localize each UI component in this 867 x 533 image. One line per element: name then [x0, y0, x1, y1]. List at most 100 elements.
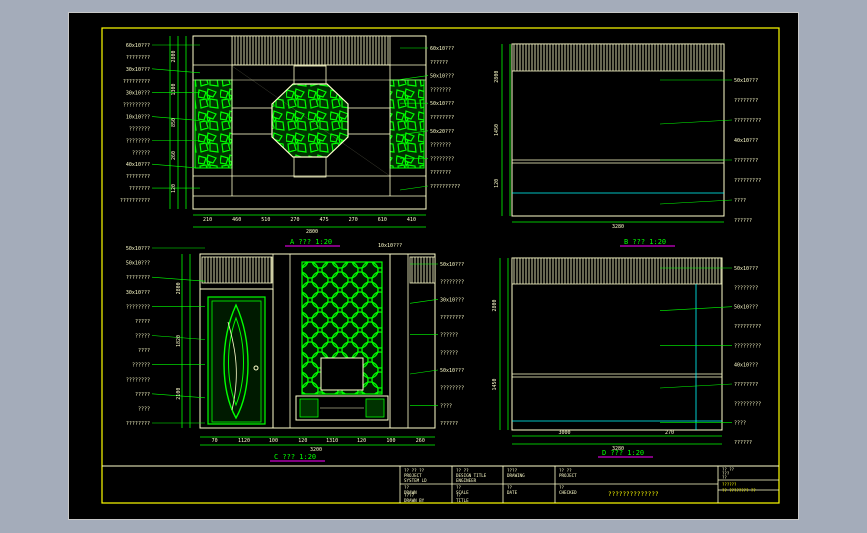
elevation-c-dim: 120: [357, 438, 366, 444]
elevation-b-tag: ????????: [734, 158, 758, 164]
elevation-b-height-dim: 2800: [494, 71, 500, 83]
elevation-b-tag-leader: [659, 199, 733, 205]
elevation-c-height-dim: 2800: [176, 282, 182, 294]
elevation-c-right-tag: ??????: [440, 421, 458, 427]
elevation-a-left-tag: ?????????: [123, 103, 150, 109]
elevation-b-tag: ????????: [734, 98, 758, 104]
elevation-a-right-tag: 50x10???: [430, 101, 454, 107]
elevation-a-dim: 475: [320, 217, 329, 223]
elevation-b-tag-leader: [659, 119, 733, 125]
elevation-a-left-tag: ????????: [126, 55, 150, 61]
elevation-d-height-dim: 1450: [492, 378, 498, 390]
elevation-c[interactable]: [181, 253, 436, 462]
elevation-a-left-tag: 10x10???: [126, 115, 150, 121]
elevation-a-right-tag: 50x10???: [430, 74, 454, 80]
elevation-a-left-tag: ???????: [129, 126, 150, 132]
elevation-a-left-tag: 60x10???: [126, 43, 150, 49]
elevation-a-right-tag: ????????: [430, 115, 454, 121]
elevation-a-height-dim: 120: [171, 184, 177, 193]
elevation-c-left-tag: ?????: [135, 392, 150, 398]
elevation-c-right-tag: ????????: [440, 315, 464, 321]
title-block[interactable]: [102, 465, 779, 503]
elevation-a-right-tag-leader: [399, 75, 429, 80]
elevation-a-dim: 410: [407, 217, 416, 223]
elevation-d-dim: 3000: [558, 430, 570, 436]
elevation-a-height-dim: 2800: [171, 50, 177, 62]
elevation-d-tag: ????: [734, 421, 746, 427]
elevation-c-right-tag: ????????: [440, 280, 464, 286]
elevation-d-tag: ?????????: [734, 343, 761, 349]
elevation-a-right-tag: ???????: [430, 143, 451, 149]
elevation-a[interactable]: [169, 35, 427, 247]
elevation-a-right-tag: 50x20???: [430, 129, 454, 135]
elevation-a-height-dims: 2800 1300 850 260 120: [171, 50, 177, 193]
elevation-d-height-dims: 2800 1450: [492, 299, 498, 390]
elevation-c-left-tag: ?????: [135, 334, 150, 340]
elevation-a-right-tag: ????????: [430, 156, 454, 162]
elevation-a-left-tag: ????????: [126, 174, 150, 180]
elevation-c-height-dim: 2100: [176, 388, 182, 400]
cad-viewport[interactable]: A ??? 1:20 2800 210 460 510 270 475 270 610 410…: [0, 0, 867, 533]
elevation-c-left-tag: 30x10???: [126, 290, 150, 296]
elevation-a-height-dim: 260: [171, 151, 177, 160]
elevation-d-tag: ??????: [734, 440, 752, 446]
elevation-a-left-tag: 30x10???: [126, 67, 150, 73]
elevation-d-tag: ?????????: [734, 324, 761, 330]
title-block-cell-text: DATE: [507, 490, 518, 495]
elevation-b[interactable]: [501, 43, 725, 247]
elevation-a-left-tags: 60x10??????????? 30x10???????????? 30x10??…: [120, 43, 201, 204]
elevation-b-height-dims: 2800 1450 120: [494, 71, 500, 188]
elevation-c-left-tag: 50x10???: [126, 246, 150, 252]
elevation-a-dim: 510: [261, 217, 270, 223]
elevation-c-right-tag: 50x10???: [440, 262, 464, 268]
elevation-c-right-tag: ??????: [440, 333, 458, 339]
elevation-c-left-tag: ????: [138, 348, 150, 354]
elevation-b-width: 3280: [612, 224, 624, 230]
elevation-c-dim: 100: [269, 438, 278, 444]
elevation-c-dim: 1310: [326, 438, 338, 444]
title-block-cell-text: ENGINEER: [456, 478, 477, 483]
elevation-a-dim: 210: [203, 217, 212, 223]
elevation-a-dim: 460: [232, 217, 241, 223]
elevation-b-tag: ????: [734, 198, 746, 204]
elevation-b-tag: ?????????: [734, 118, 761, 124]
title-block-cell-text: TITLE: [456, 498, 469, 503]
elevation-d-tag: ?????????: [734, 401, 761, 407]
elevation-c-right-tag-leader: [409, 299, 439, 304]
elevation-b-tag: ??????: [734, 218, 752, 224]
elevation-c-dim: 1120: [238, 438, 250, 444]
elevation-a-right-tag: ???????: [430, 170, 451, 176]
elevation-a-caption: A ??? 1:20: [290, 238, 332, 246]
elevation-c-dim: 120: [298, 438, 307, 444]
title-block-right-bottom: ?? ???????? ??: [722, 488, 756, 493]
elevation-c-left-tags: 50x10??? 50x10??????????? 30x10???????????…: [126, 246, 206, 427]
elevation-c-left-tag: 50x10???: [126, 261, 150, 267]
elevation-a-right-tag-leader: [399, 185, 429, 191]
elevation-a-right-tag: 60x10???: [430, 46, 454, 52]
title-block-cell-text: PROJECT: [559, 473, 577, 478]
elevation-c-dimensions: 70 1120 100 120 1310 120 100 260: [212, 438, 425, 444]
elevation-c-right-tag: ??????: [440, 350, 458, 356]
title-block-cell-text: DRAWING: [507, 473, 525, 478]
elevation-d-tag: 40x10???: [734, 363, 758, 369]
elevation-c-top-tag: 10x10???: [378, 243, 402, 249]
elevation-a-left-tag: ????????: [126, 138, 150, 144]
elevation-c-caption: C ??? 1:20: [274, 453, 316, 461]
elevation-b-height-dim: 1450: [494, 124, 500, 136]
title-block-cell-text: DRAWN BY: [404, 498, 425, 503]
elevation-a-height-dim: 850: [171, 118, 177, 127]
elevation-c-left-tag: ????????: [126, 275, 150, 281]
elevation-c-height-dim: 1820: [176, 335, 182, 347]
elevation-a-right-tag: ???????: [430, 87, 451, 93]
elevation-a-dim: 270: [290, 217, 299, 223]
elevation-d[interactable]: [499, 257, 723, 458]
elevation-c-dim: 100: [386, 438, 395, 444]
elevation-c-left-tag: ??????: [132, 363, 150, 369]
elevation-b-tag: ?????????: [734, 178, 761, 184]
elevation-a-dim: 270: [349, 217, 358, 223]
cad-drawing[interactable]: A ??? 1:20 2800 210 460 510 270 475 270 610 410…: [0, 0, 867, 533]
elevation-d-height-dim: 2800: [492, 299, 498, 311]
elevation-b-tags: 50x10???????????????????? 40x10??????????…: [659, 78, 761, 224]
elevation-c-right-tag: ????????: [440, 386, 464, 392]
elevation-a-right-tag: ??????????: [430, 184, 460, 190]
